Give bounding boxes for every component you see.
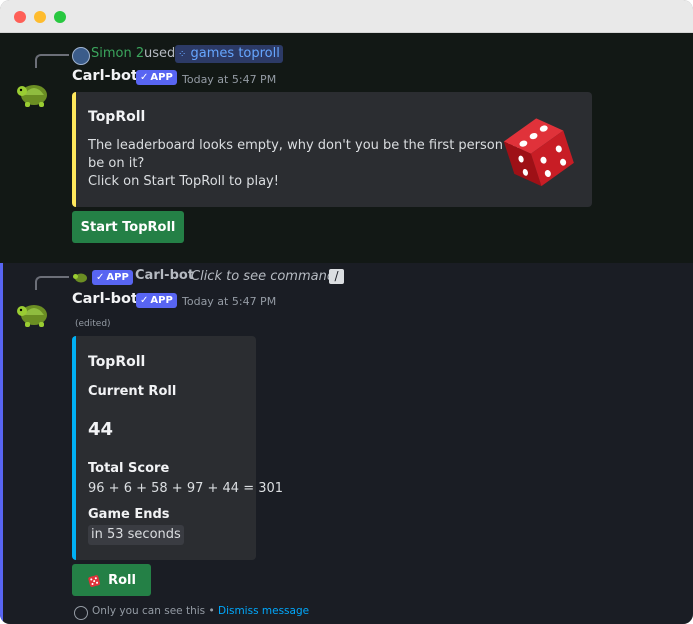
reply-connector <box>35 54 69 68</box>
game-ends-label: Game Ends <box>88 507 170 522</box>
embed-title: TopRoll <box>88 354 146 370</box>
reply-connector <box>35 276 69 290</box>
embed-accent-bar <box>72 336 76 560</box>
click-to-see-command[interactable]: Click to see command <box>191 269 335 284</box>
author-name[interactable]: Carl-bot <box>72 68 138 84</box>
maximize-window-button[interactable] <box>54 11 66 23</box>
roll-button-label: Roll <box>108 572 136 588</box>
verified-check-icon: ✓ <box>96 272 105 283</box>
verified-check-icon: ✓ <box>140 295 149 306</box>
dismiss-message-link[interactable]: Dismiss message <box>218 605 309 617</box>
game-ends-value: in 53 seconds <box>88 525 184 545</box>
verified-check-icon: ✓ <box>140 72 149 83</box>
turtle-avatar-small[interactable] <box>72 269 88 285</box>
message-timestamp: Today at 5:47 PM <box>182 295 277 308</box>
carl-bot-turtle-avatar[interactable] <box>14 293 54 333</box>
toproll-game-embed: TopRoll Current Roll 44 Total Score 96 +… <box>72 336 283 560</box>
reply-username[interactable]: Carl-bot <box>135 268 194 283</box>
start-toproll-button[interactable]: Start TopRoll <box>72 211 184 243</box>
app-badge-label: APP <box>150 295 173 306</box>
current-roll-value: 44 <box>88 419 114 440</box>
embed-accent-bar <box>72 92 76 207</box>
ephemeral-text: Only you can see this • <box>92 605 215 617</box>
roll-button[interactable]: Roll <box>72 564 151 596</box>
total-score-label: Total Score <box>88 461 170 476</box>
carl-bot-turtle-avatar[interactable] <box>14 73 54 113</box>
current-roll-label: Current Roll <box>88 384 177 399</box>
embed-title: TopRoll <box>88 109 146 125</box>
user-avatar-small[interactable] <box>72 47 90 65</box>
command-mention[interactable]: ⁘ games toproll <box>175 45 283 63</box>
title-bar <box>0 0 693 33</box>
start-toproll-button-label: Start TopRoll <box>80 219 176 235</box>
app-badge: ✓ APP <box>92 270 133 285</box>
red-dice-icon <box>503 118 574 187</box>
slash-command-icon: / <box>329 269 344 284</box>
eye-icon <box>74 606 88 620</box>
embed-description-line: The leaderboard looks empty, why don't y… <box>88 138 521 153</box>
app-badge: ✓ APP <box>136 70 177 85</box>
ephemeral-notice: Only you can see this • Dismiss message <box>92 605 309 617</box>
toproll-intro-embed: TopRoll The leaderboard looks empty, why… <box>72 92 592 207</box>
app-badge-label: APP <box>150 72 173 83</box>
minimize-window-button[interactable] <box>34 11 46 23</box>
message-start-toproll: Simon 2 used ⁘ games toproll Carl-bot ✓ … <box>0 33 693 263</box>
close-window-button[interactable] <box>14 11 26 23</box>
app-badge: ✓ APP <box>136 293 177 308</box>
embed-description-line: Click on Start TopRoll to play! <box>88 174 279 189</box>
author-name[interactable]: Carl-bot <box>72 291 138 307</box>
total-score-value: 96 + 6 + 58 + 97 + 44 = 301 <box>88 481 284 496</box>
message-timestamp: Today at 5:47 PM <box>182 73 277 86</box>
embed-description: The leaderboard looks empty, why don't y… <box>88 137 520 191</box>
app-badge-label: APP <box>106 272 129 283</box>
edited-tag: (edited) <box>75 319 111 329</box>
reply-used-text: used <box>144 46 176 61</box>
dice-icon <box>88 574 101 587</box>
message-toproll-game: ✓ APP Carl-bot Click to see command / Ca… <box>0 263 693 624</box>
reply-username[interactable]: Simon 2 <box>91 46 144 61</box>
app-window: Simon 2 used ⁘ games toproll Carl-bot ✓ … <box>0 0 693 624</box>
command-icon: ⁘ <box>178 49 187 60</box>
embed-description-line: be on it? <box>88 156 145 171</box>
command-name: games toproll <box>190 46 280 61</box>
